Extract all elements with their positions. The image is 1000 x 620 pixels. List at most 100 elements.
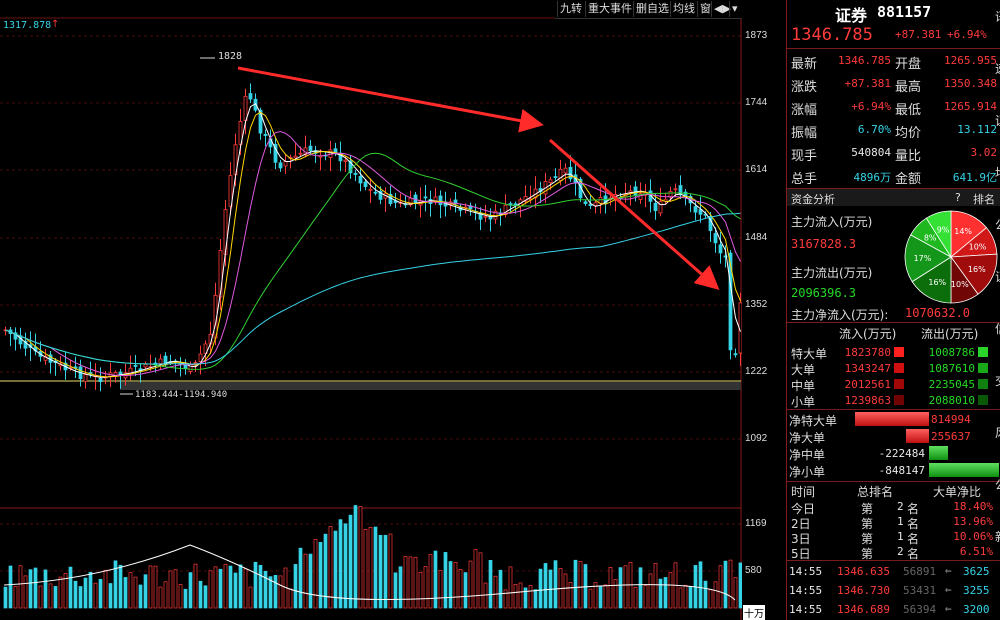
side-tab[interactable]: 交 [995, 372, 1000, 389]
volume-bar [138, 584, 143, 609]
volume-bar [618, 567, 623, 609]
pie-slice-label: 16% [968, 265, 986, 274]
candle-body [133, 365, 138, 367]
volume-bar [533, 589, 538, 609]
toolbar-jiuzhuan[interactable]: 九转 [557, 1, 584, 17]
pie-slice-label: 9% [937, 226, 950, 235]
volume-bar [408, 556, 413, 609]
volume-bar [218, 568, 223, 609]
pie-slice-label: 14% [954, 227, 972, 236]
volume-bar [568, 582, 573, 609]
kline-chart[interactable] [0, 0, 742, 620]
volume-bar [293, 564, 298, 609]
volume-bar [553, 560, 558, 609]
candle-body [248, 93, 253, 100]
volume-bar [98, 578, 103, 609]
rank-ratio: 10.06% [953, 530, 993, 543]
volume-bar [158, 586, 163, 609]
quote-value: 641.9亿 [952, 171, 997, 184]
candle-body [548, 179, 553, 184]
flow-row: 中单 2012561 2235045 [787, 376, 1000, 393]
price-change-pct: +6.94% [947, 28, 987, 41]
volume-bar [248, 586, 253, 609]
volume-bar [498, 569, 503, 609]
toolbar-dropdown-icon[interactable]: ▾ [729, 1, 740, 17]
side-tab[interactable]: 证 [995, 268, 1000, 285]
side-tab[interactable]: 新 [995, 528, 1000, 545]
volume-bar [343, 523, 348, 609]
volume-bar [623, 565, 628, 609]
volume-bar [18, 565, 23, 609]
quote-label: 现手 [791, 149, 818, 164]
candle-body [363, 181, 368, 187]
volume-bar [383, 534, 388, 609]
volume-bar [33, 567, 38, 609]
toolbar-ma[interactable]: 均线 [670, 1, 697, 17]
volume-bar [163, 581, 168, 609]
net-value: 255637 [931, 430, 971, 443]
volume-bar [48, 583, 53, 609]
rank-button[interactable]: 排名 [973, 191, 995, 207]
tick-row: 14:55 1346.635 56891 ⇐ 3625 [787, 563, 1000, 581]
volume-bar [653, 562, 658, 609]
net-label: 净小单 [789, 465, 826, 479]
tick-volume: 56891 [903, 565, 937, 578]
pie-slice-label: 10% [951, 280, 969, 289]
side-tab[interactable]: 证 [995, 112, 1000, 129]
volume-bar [633, 586, 638, 609]
candle-body [653, 202, 658, 212]
quote-value: 1265.955 [944, 54, 997, 67]
help-button[interactable]: ? [955, 191, 961, 204]
volume-bar [503, 589, 508, 609]
volume-bar [53, 586, 58, 609]
rank-number: 1 [897, 515, 904, 528]
tick-row: 14:55 1346.689 56394 ⇐ 3200 [787, 601, 1000, 619]
quote-label: 均价 [895, 126, 922, 141]
tick-time: 14:55 [789, 584, 823, 597]
volume-bar [308, 553, 313, 609]
volume-bar [28, 569, 33, 609]
volume-bar [258, 564, 263, 609]
flow-in-value: 1239863 [844, 394, 891, 407]
net-bar-positive [855, 412, 929, 426]
flow-out-header: 流出(万元) [921, 327, 979, 341]
main-outflow-value: 2096396.3 [791, 286, 857, 300]
quote-panel: 证券 881157 1346.785 +87.381 +6.94% 最新 1346… [786, 0, 1000, 620]
side-tab[interactable]: 公 [995, 216, 1000, 233]
volume-bar [438, 570, 443, 609]
side-tab[interactable]: 讯 [995, 8, 1000, 25]
side-tab[interactable]: 风 [995, 424, 1000, 441]
side-tab[interactable]: 公 [995, 476, 1000, 493]
volume-bar [103, 569, 108, 609]
volume-bar [388, 533, 393, 609]
fund-analysis-title[interactable]: 资金分析 [791, 191, 835, 207]
side-tab[interactable]: 信 [995, 320, 1000, 337]
chart-toolbar: 九转 重大事件 删自选 均线 窗 ◀▶ ▾ [555, 0, 742, 19]
rank-ratio: 6.51% [959, 545, 993, 558]
volume-bar [403, 556, 408, 609]
pie-slice-label: 10% [969, 243, 987, 252]
volume-bar [93, 582, 98, 609]
quote-value: 1346.785 [838, 54, 891, 67]
quote-value: 1265.914 [944, 100, 997, 113]
volume-bar [493, 575, 498, 609]
volume-bar [318, 542, 323, 609]
price-axis-label: 1614 [745, 164, 768, 175]
tick-amount: 3625 [963, 565, 990, 578]
toolbar-remove-watchlist[interactable]: 删自选 [633, 1, 671, 17]
quote-value: 1350.348 [944, 77, 997, 90]
volume-bar [733, 577, 738, 609]
tick-direction-icon: ⇐ [945, 564, 952, 577]
side-tab[interactable]: 速 [995, 60, 1000, 77]
flow-out-value: 2088010 [928, 394, 975, 407]
toolbar-major-events[interactable]: 重大事件 [585, 1, 634, 17]
candle-body [83, 374, 88, 382]
main-inflow-label: 主力流入(万元) [791, 215, 873, 229]
candle-body [263, 133, 268, 136]
flow-in-swatch [894, 347, 904, 357]
tick-volume: 56394 [903, 603, 937, 616]
side-tab[interactable]: 均 [995, 164, 1000, 181]
volume-bar [223, 563, 228, 609]
tick-direction-icon: ⇐ [945, 583, 952, 596]
volume-bar [658, 578, 663, 609]
